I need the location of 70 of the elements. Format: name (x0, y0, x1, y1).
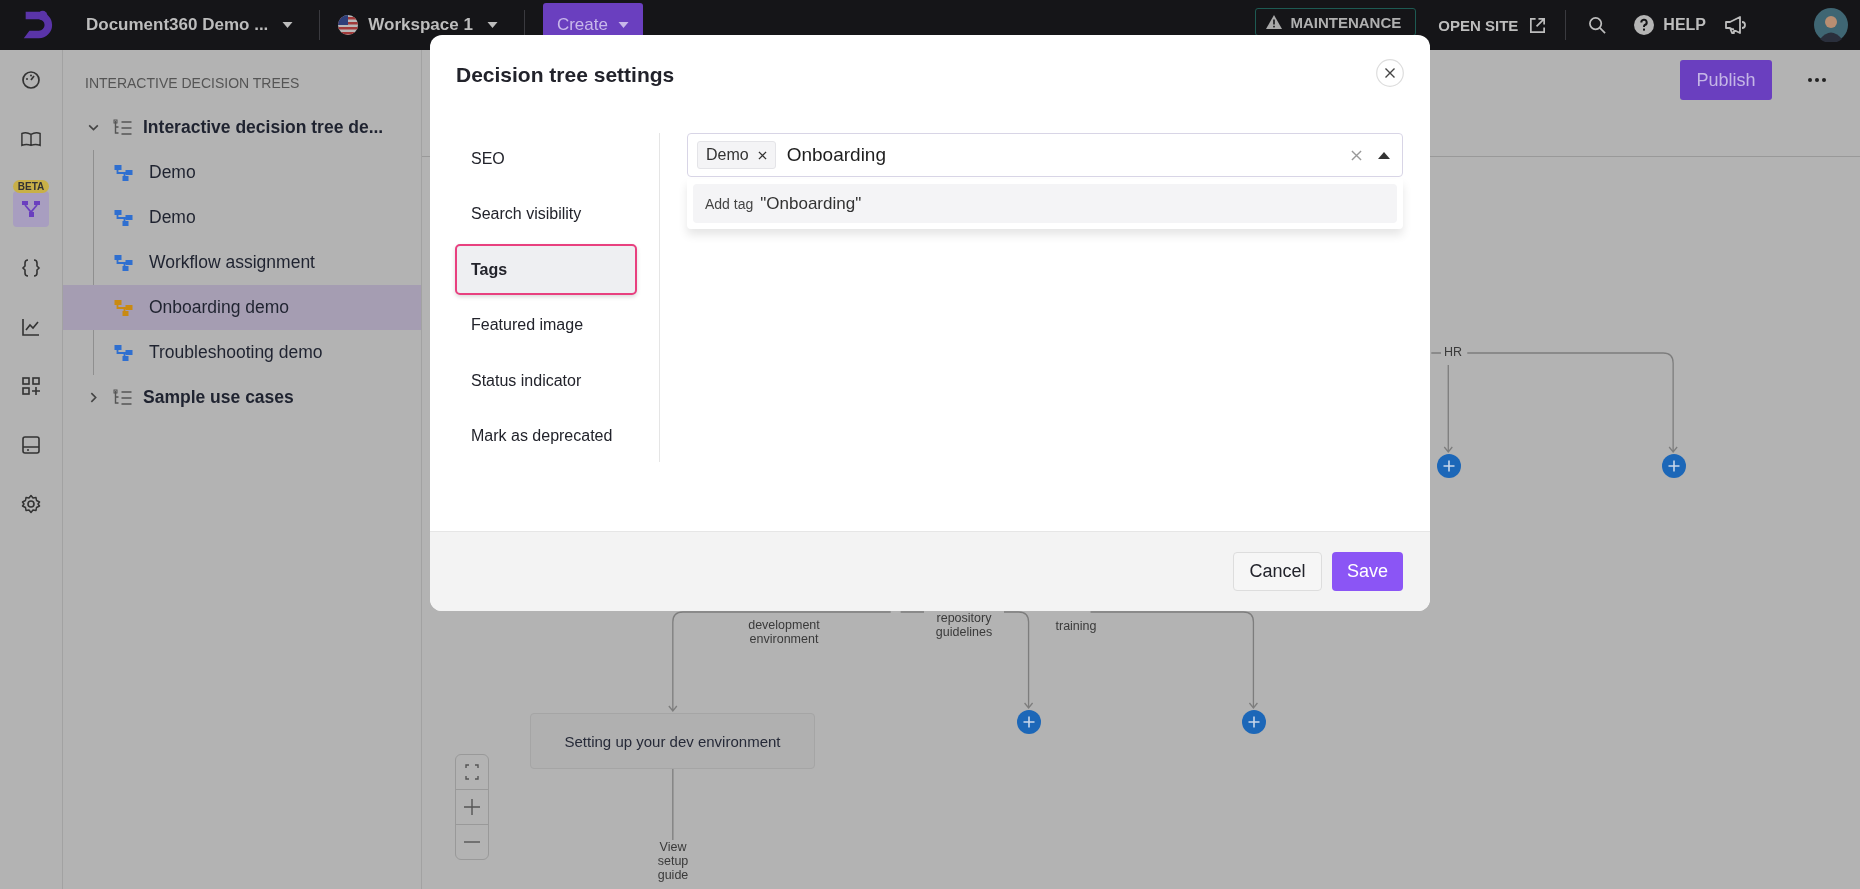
avatar[interactable] (1814, 8, 1848, 42)
external-link-icon[interactable] (1528, 15, 1548, 35)
folder-label: Sample use cases (143, 387, 294, 408)
publish-button[interactable]: Publish (1680, 60, 1772, 100)
megaphone-icon[interactable] (1724, 15, 1746, 35)
edge-label: HR (1441, 345, 1465, 359)
settings-tab[interactable]: SEO (455, 133, 637, 184)
field-value: Onboarding (786, 144, 886, 166)
search-icon[interactable] (1588, 15, 1608, 35)
caret-icon (282, 22, 294, 28)
flag-icon (338, 15, 359, 35)
settings-tab[interactable]: Status indicator (455, 355, 637, 406)
option-label: "Onboarding" (760, 193, 862, 214)
tree-folder[interactable]: Sample use cases (63, 375, 421, 420)
project-selector[interactable]: Document360 Demo ... (86, 11, 294, 39)
section-heading: INTERACTIVE DECISION TREES (84, 75, 301, 93)
beta-badge: BETA (12, 180, 50, 193)
chart-icon (21, 317, 41, 337)
clear-icon[interactable] (1351, 149, 1362, 161)
gauge-icon (21, 70, 41, 90)
caret-up-icon[interactable] (1378, 151, 1390, 159)
tree-folder[interactable]: Interactive decision tree de... (63, 105, 421, 150)
caret-icon (617, 22, 629, 28)
tree-item[interactable]: Troubleshooting demo (63, 330, 421, 375)
tree-item[interactable]: Onboarding demo (63, 285, 421, 330)
settings-tab[interactable]: Mark as deprecated (455, 410, 637, 462)
tag-label: Demo (706, 146, 749, 164)
panel-icon (21, 435, 41, 455)
tree-node[interactable]: Setting up your dev environment (530, 713, 815, 769)
option-prefix: Add tag (705, 195, 754, 212)
dialog-title: Decision tree settings (456, 62, 675, 87)
tree-item[interactable]: Demo (63, 150, 421, 195)
outline-icon (112, 118, 133, 137)
outline-icon (112, 388, 133, 407)
add-node-button[interactable] (1437, 454, 1461, 478)
settings-tab[interactable]: Tags (455, 244, 637, 295)
settings-tab[interactable]: Search visibility (455, 188, 637, 240)
settings-icon (21, 494, 41, 514)
folder-label: Interactive decision tree de... (143, 117, 384, 138)
add-node-button[interactable] (1242, 710, 1266, 734)
settings-tab[interactable]: Featured image (455, 299, 637, 351)
warning-icon (1266, 15, 1283, 29)
tree-item-label: Demo (149, 207, 196, 228)
braces-icon (21, 258, 41, 278)
help-label[interactable]: HELP (1663, 16, 1706, 34)
add-node-button[interactable] (1017, 710, 1041, 734)
more-icon[interactable] (1808, 78, 1826, 82)
caret-icon (486, 22, 498, 28)
maintenance-label: MAINTENANCE (1290, 13, 1402, 31)
tree-icon (21, 199, 41, 219)
dropdown-option[interactable]: Add tag "Onboarding" (693, 184, 1397, 223)
cancel-button[interactable]: Cancel (1233, 552, 1322, 591)
tree-item[interactable]: Demo (63, 195, 421, 240)
save-button[interactable]: Save (1332, 552, 1403, 591)
tags-field[interactable]: Demo Onboarding (687, 133, 1403, 177)
add-node-button[interactable] (1662, 454, 1686, 478)
help-icon[interactable] (1634, 15, 1655, 35)
apps-add-icon (21, 376, 41, 396)
tree-item-label: Onboarding demo (149, 297, 290, 318)
tree-item-label: Demo (149, 162, 196, 183)
tree-item-label: Troubleshooting demo (149, 342, 323, 363)
open-site-link[interactable]: OPEN SITE (1438, 16, 1519, 34)
edge-label: repository guidelines (924, 611, 1004, 639)
workspace-selector[interactable]: Workspace 1 (368, 11, 498, 39)
nav-rail-item[interactable] (13, 191, 49, 227)
tree-item-label: Workflow assignment (149, 252, 315, 273)
tree-item[interactable]: Workflow assignment (63, 240, 421, 285)
book-icon (21, 129, 41, 149)
close-icon[interactable] (1376, 58, 1404, 87)
remove-icon[interactable] (757, 150, 767, 160)
